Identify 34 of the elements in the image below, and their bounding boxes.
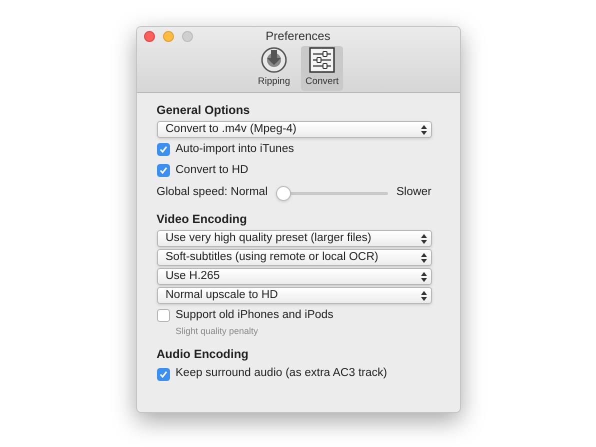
checkbox-label: Keep surround audio (as extra AC3 track): [176, 366, 388, 382]
checkbox[interactable]: [156, 309, 170, 322]
zoom-button[interactable]: [182, 31, 192, 42]
up-down-arrows-icon: [420, 252, 426, 262]
sliders-icon: [309, 47, 335, 74]
checkbox[interactable]: [156, 368, 170, 380]
popup-menu[interactable]: Use H.265: [156, 268, 432, 285]
slider-label: Global speed: Normal: [156, 185, 268, 200]
close-button[interactable]: [144, 31, 154, 42]
popup-menu[interactable]: Use very high quality preset (larger files): [156, 230, 432, 247]
popup-menu[interactable]: Soft-subtitles (using remote or local OCR): [156, 249, 432, 266]
disc-download-icon: [261, 47, 287, 74]
slider-end-label: Slower: [396, 185, 432, 200]
checkbox[interactable]: [156, 143, 170, 156]
checkbox[interactable]: [156, 164, 170, 177]
toolbar-tab[interactable]: Ripping: [253, 46, 295, 91]
section-heading: General Options: [156, 102, 251, 117]
popup-menu[interactable]: Convert to .m4v (Mpeg-4): [156, 121, 432, 138]
checkbox-label: Convert to HD: [176, 162, 248, 178]
up-down-arrows-icon: [420, 272, 426, 282]
up-down-arrows-icon: [420, 234, 426, 244]
window-title: Preferences: [266, 28, 330, 45]
up-down-arrows-icon: [420, 290, 426, 300]
slider-thumb[interactable]: [276, 186, 291, 200]
hint-text: Slight quality penalty: [176, 325, 260, 338]
up-down-arrows-icon: [420, 124, 426, 134]
popup-menu[interactable]: Normal upscale to HD: [156, 287, 432, 304]
toolbar-tab[interactable]: Convert: [301, 46, 343, 91]
checkbox-label: Support old iPhones and iPods: [176, 308, 334, 323]
slider[interactable]: [276, 186, 388, 200]
section-heading: Audio Encoding: [156, 346, 250, 360]
section-heading: Video Encoding: [156, 211, 248, 226]
minimize-button[interactable]: [162, 31, 174, 42]
checkbox-label: Auto-import into iTunes: [176, 142, 294, 157]
